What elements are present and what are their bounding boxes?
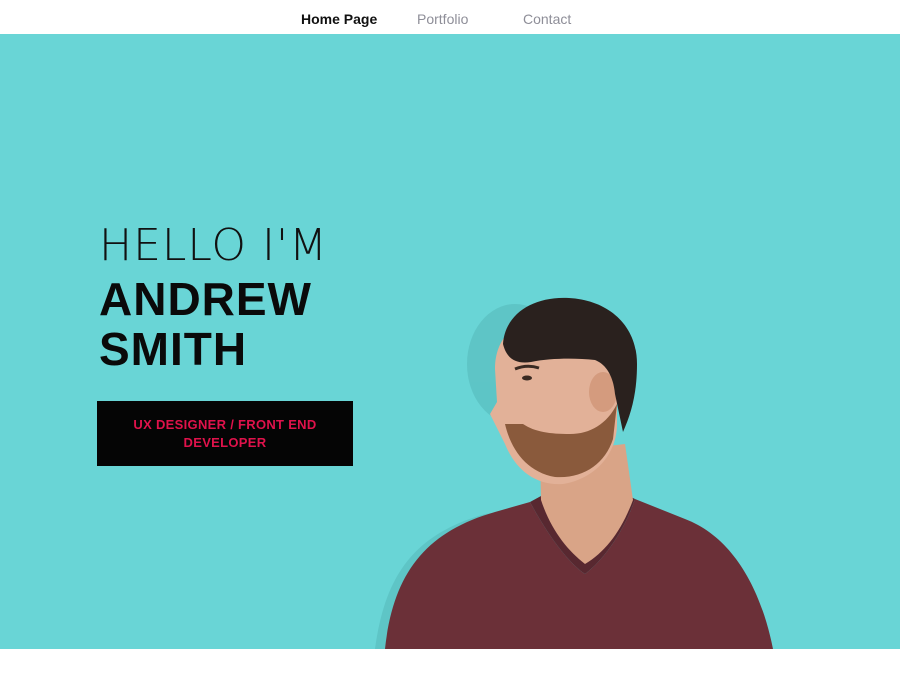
role-badge: UX DESIGNER / FRONT END DEVELOPER [97, 401, 353, 466]
hero-greeting: HELLO I'M [99, 220, 328, 271]
hero-section: HELLO I'M ANDREW SMITH UX DESIGNER / FRO… [0, 34, 900, 649]
hero-name: ANDREW SMITH [99, 274, 359, 374]
nav-home-link[interactable]: Home Page [301, 10, 377, 28]
nav-contact-link[interactable]: Contact [523, 10, 571, 28]
hero-name-first: ANDREW [99, 273, 312, 325]
page-bottom-strip [0, 649, 900, 675]
portrait-photo [375, 297, 773, 649]
hero-name-last: SMITH [99, 323, 248, 375]
top-navigation: Home Page Portfolio Contact [0, 0, 900, 34]
nav-portfolio-link[interactable]: Portfolio [417, 10, 468, 28]
